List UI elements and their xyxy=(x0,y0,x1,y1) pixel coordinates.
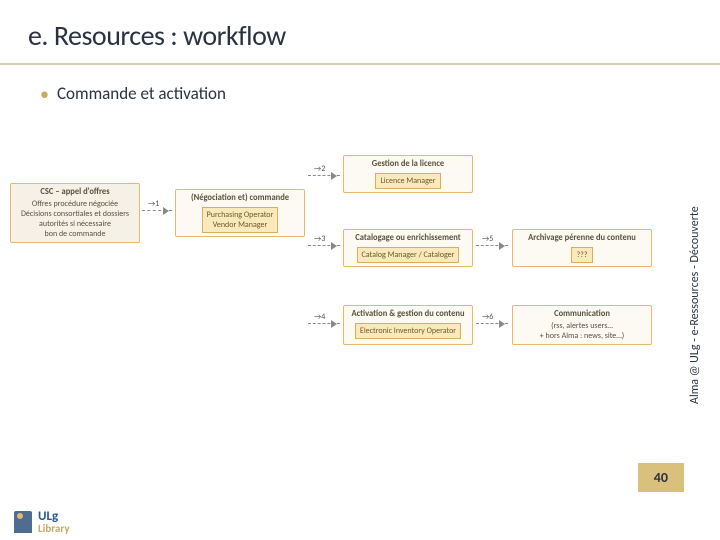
bullet-item: • Commande et activation xyxy=(40,83,680,104)
node-licence: Gestion de la licence Licence Manager xyxy=(343,155,473,193)
title-bar: e. Resources : workflow xyxy=(0,0,720,65)
bullet-list: • Commande et activation xyxy=(0,65,720,114)
node-csc-title: CSC – appel d'offres xyxy=(15,187,135,197)
node-catalog-title: Catalogage ou enrichissement xyxy=(348,233,468,243)
workflow-diagram: CSC – appel d'offres Offres procédure né… xyxy=(10,155,670,445)
arrow-6: →6 xyxy=(476,323,508,324)
node-archivage: Archivage pérenne du contenu ??? xyxy=(512,229,652,267)
arrow-1: →1 xyxy=(142,210,172,211)
node-communication-body: (rss, alertes users… + hors Alma : news,… xyxy=(517,321,647,341)
node-activation-role: Electronic Inventory Operator xyxy=(355,323,461,339)
node-catalog-role: Catalog Manager / Cataloger xyxy=(357,247,460,263)
logo-text: ULg Library xyxy=(38,510,70,534)
node-catalog: Catalogage ou enrichissement Catalog Man… xyxy=(343,229,473,267)
arrow-3: →3 xyxy=(308,245,340,246)
logo-line2: Library xyxy=(38,523,70,534)
arrow-5: →5 xyxy=(476,245,508,246)
node-commande-title: (Négociation et) commande xyxy=(180,193,300,203)
node-commande: (Négociation et) commande Purchasing Ope… xyxy=(175,189,305,237)
node-communication: Communication (rss, alertes users… + hor… xyxy=(512,305,652,345)
node-licence-title: Gestion de la licence xyxy=(348,159,468,169)
node-licence-role: Licence Manager xyxy=(375,173,440,189)
node-activation: Activation & gestion du contenu Electron… xyxy=(343,305,473,345)
bullet-icon: • xyxy=(40,85,49,103)
sidebar-caption: Alma @ ULg - e-Ressources - Découverte xyxy=(688,165,708,445)
page-title: e. Resources : workflow xyxy=(28,18,692,53)
bullet-text: Commande et activation xyxy=(57,83,226,104)
node-activation-title: Activation & gestion du contenu xyxy=(348,309,468,319)
logo-icon xyxy=(14,511,32,533)
node-archivage-role: ??? xyxy=(571,247,592,263)
arrow-2: →2 xyxy=(308,175,340,176)
node-archivage-title: Archivage pérenne du contenu xyxy=(517,233,647,243)
node-communication-title: Communication xyxy=(517,309,647,319)
node-csc-body: Offres procédure négociée Décisions cons… xyxy=(15,199,135,239)
node-commande-role: Purchasing Operator Vendor Manager xyxy=(202,207,279,233)
node-csc: CSC – appel d'offres Offres procédure né… xyxy=(10,183,140,243)
arrow-4: →4 xyxy=(308,323,340,324)
page-number-badge: 40 xyxy=(638,463,684,492)
footer-logo: ULg Library xyxy=(14,510,70,534)
